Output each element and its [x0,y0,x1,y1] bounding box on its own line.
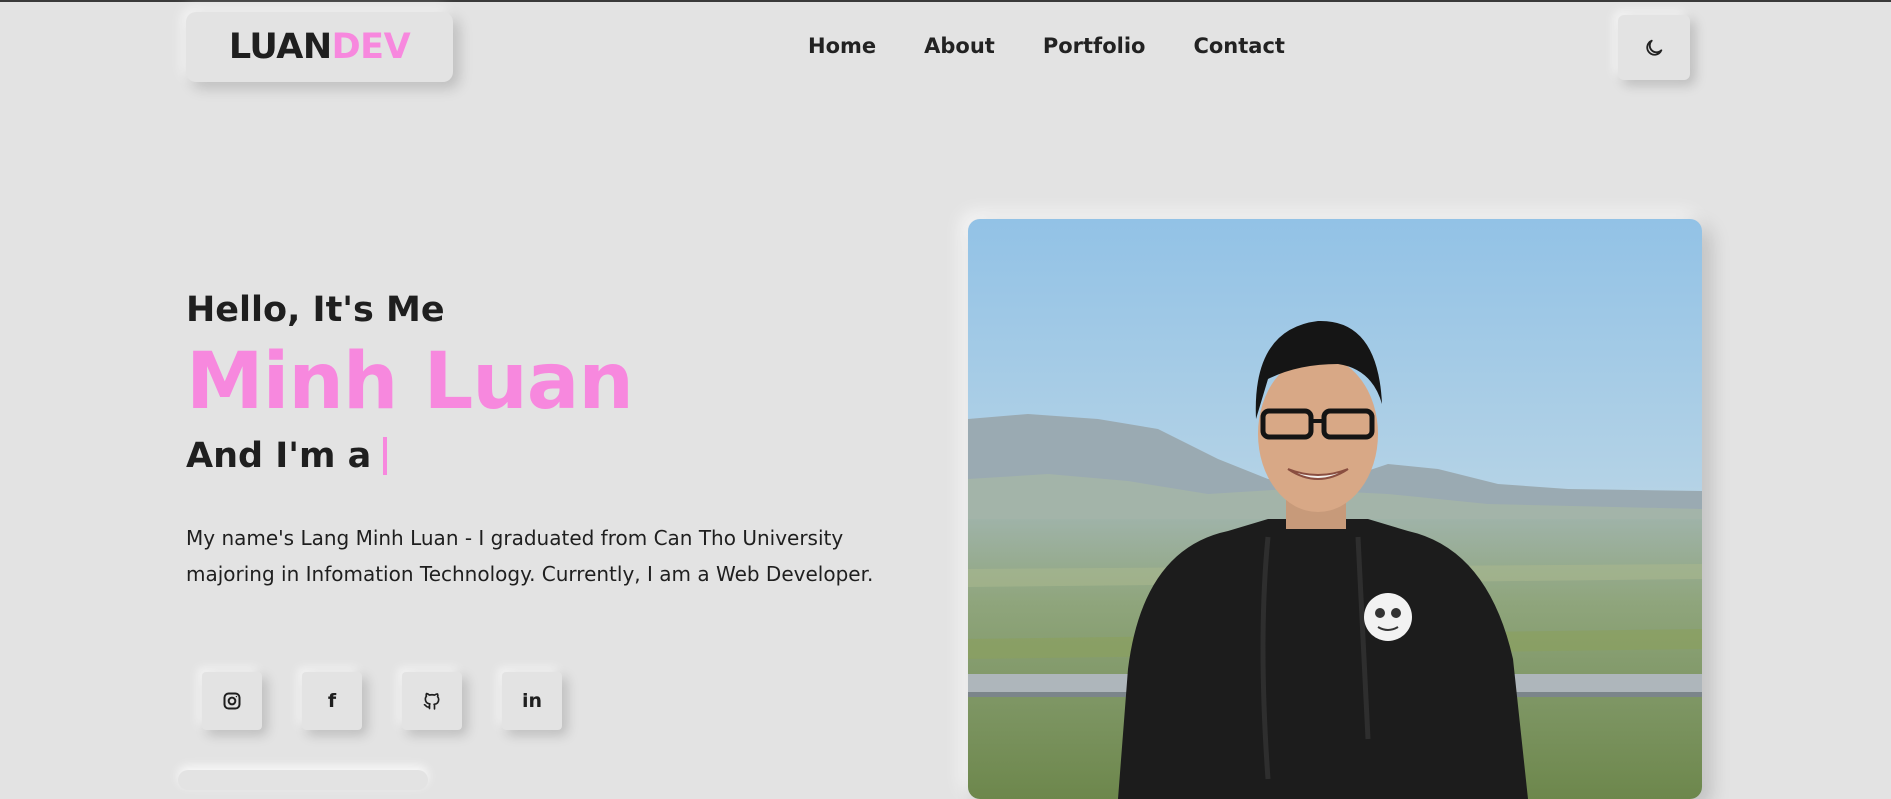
logo-text-primary: LUAN [228,27,332,67]
social-links: f in [202,672,562,730]
hero-description: My name's Lang Minh Luan - I graduated f… [186,526,874,586]
hero-name: Minh Luan [186,337,634,427]
github-link[interactable] [402,672,462,730]
facebook-link[interactable]: f [302,672,362,730]
hero-role: And I'm a [186,436,388,476]
hero-button-partial[interactable] [178,770,428,790]
profile-photo [968,219,1702,799]
nav-contact[interactable]: Contact [1193,34,1285,58]
logo-text-accent: DEV [331,27,411,67]
theme-toggle-button[interactable] [1618,15,1690,80]
github-icon [423,692,440,710]
facebook-icon: f [327,690,337,712]
instagram-link[interactable] [202,672,262,730]
hero-role-prefix: And I'm a [186,436,372,476]
linkedin-link[interactable]: in [502,672,562,730]
logo[interactable]: LUAN DEV [186,12,453,82]
top-border [0,0,1891,2]
nav-portfolio[interactable]: Portfolio [1043,34,1146,58]
main-nav: Home About Portfolio Contact [808,34,1285,58]
moon-icon [1646,39,1663,56]
typing-cursor [383,437,388,475]
nav-home[interactable]: Home [808,34,876,58]
nav-about[interactable]: About [924,34,995,58]
linkedin-icon: in [521,690,543,712]
instagram-icon [223,692,241,710]
hero-greeting: Hello, It's Me [186,290,445,330]
